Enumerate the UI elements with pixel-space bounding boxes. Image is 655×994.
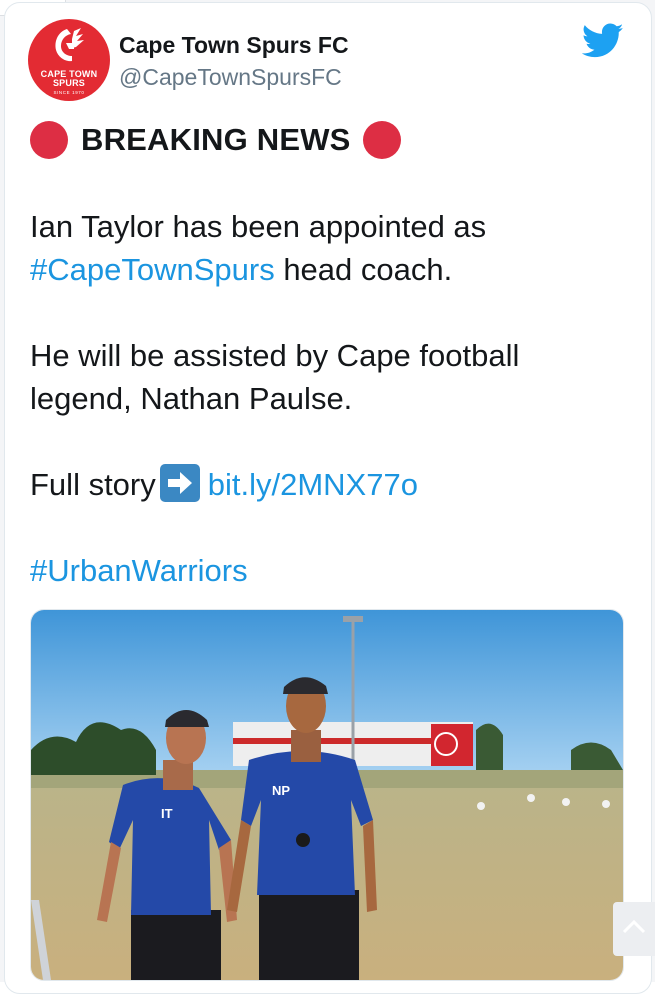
full-story-label: Full story xyxy=(30,467,156,502)
hashtag-urbanwarriors-link[interactable]: #UrbanWarriors xyxy=(30,549,630,592)
red-circle-icon xyxy=(30,121,68,159)
twitter-bird-icon[interactable] xyxy=(582,22,624,60)
right-arrow-icon xyxy=(159,464,200,502)
shirt-initials-left: IT xyxy=(161,806,173,821)
hashtag-capetownspurs-link[interactable]: #CapeTownSpurs xyxy=(30,252,275,287)
story-link[interactable]: bit.ly/2MNX77o xyxy=(208,467,418,502)
coaches-photo: IT NP xyxy=(31,610,623,980)
shirt-initials-right: NP xyxy=(272,783,290,798)
tweet-line-1: Ian Taylor has been appointed as xyxy=(30,209,487,244)
avatar-club-name: CAPE TOWN SPURS xyxy=(40,69,98,88)
tweet-line-3: He will be assisted by Cape football xyxy=(30,338,520,373)
red-circle-icon xyxy=(362,121,401,159)
tweet-photo[interactable]: IT NP xyxy=(30,609,624,981)
headline-text: BREAKING NEWS xyxy=(81,122,351,157)
spurs-crest-icon xyxy=(55,28,84,62)
headline-row: BREAKING NEWS xyxy=(30,117,401,163)
tweet-line-2-rest: head coach. xyxy=(274,252,453,287)
avatar-since: SINCE 1970 xyxy=(53,90,85,95)
tweet-line-4: legend, Nathan Paulse. xyxy=(30,381,353,416)
chevron-up-icon xyxy=(622,919,646,934)
display-name[interactable]: Cape Town Spurs FC xyxy=(119,32,349,59)
full-story-line: Full story bit.ly/2MNX77o xyxy=(30,463,630,506)
avatar[interactable]: CAPE TOWN SPURS SINCE 1970 xyxy=(28,19,110,101)
tweet-line-2: #CapeTownSpurs head coach. xyxy=(30,248,630,291)
scroll-to-top-button[interactable] xyxy=(613,902,655,956)
user-handle[interactable]: @CapeTownSpursFC xyxy=(119,64,342,91)
